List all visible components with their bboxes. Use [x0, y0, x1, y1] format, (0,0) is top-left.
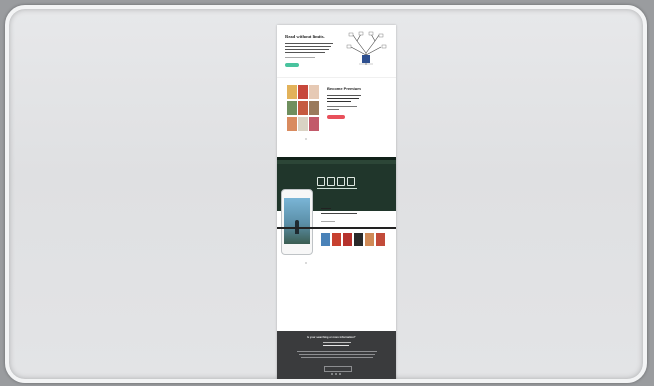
hero-cta-button[interactable]	[285, 63, 299, 67]
twitter-icon[interactable]	[335, 373, 337, 375]
footer-copyright	[329, 379, 345, 380]
phone-icon	[317, 177, 325, 186]
tablet-icon	[327, 177, 335, 186]
book-covers-grid	[287, 85, 321, 131]
apps-nav	[277, 160, 396, 164]
premium-cta-button[interactable]	[327, 115, 345, 119]
carousel-dot-2[interactable]	[305, 262, 307, 264]
screenshot-frame: Read without limits. Become Premium Is y…	[5, 5, 647, 383]
books-rail-divider	[277, 227, 396, 229]
ereader-icon	[347, 177, 355, 186]
carousel-dot[interactable]	[305, 138, 307, 140]
apps-caption	[317, 188, 357, 189]
hero-title: Read without limits.	[285, 34, 325, 39]
facebook-icon[interactable]	[331, 373, 333, 375]
phone-screen	[284, 198, 310, 244]
footer-button[interactable]	[324, 366, 352, 372]
laptop-icon	[337, 177, 345, 186]
section-divider	[277, 77, 396, 78]
footer-title: Is your searching or more information?	[307, 336, 356, 339]
premium-title: Become Premium	[327, 86, 361, 91]
book-tree-illustration	[346, 31, 387, 65]
footer: Is your searching or more information?	[277, 331, 396, 380]
webpage-preview: Read without limits. Become Premium Is y…	[277, 25, 396, 380]
phone-mockup	[281, 189, 313, 255]
instagram-icon[interactable]	[339, 373, 341, 375]
